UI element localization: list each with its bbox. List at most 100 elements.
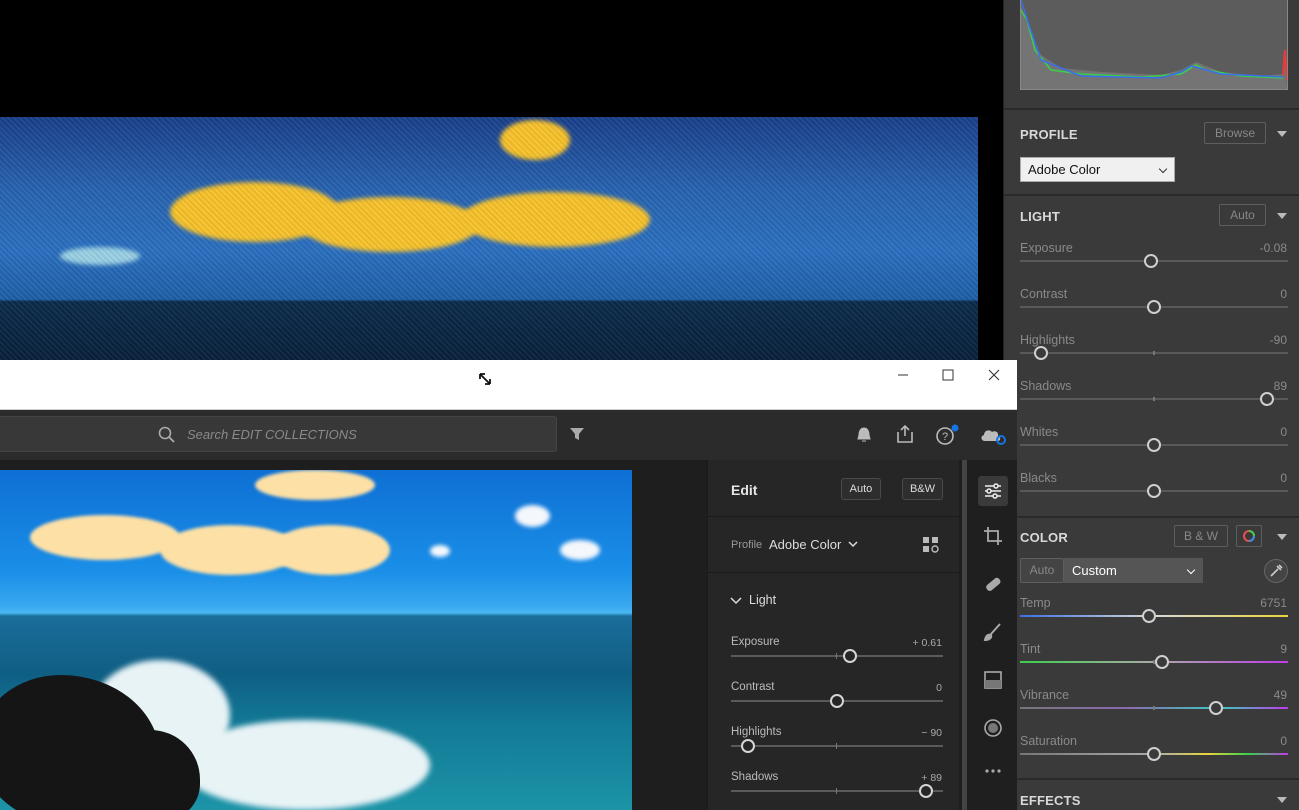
slider-thumb-blacks[interactable] [1147, 484, 1161, 498]
chevron-down-icon [1186, 565, 1196, 575]
browse-profiles-button[interactable]: Browse [1204, 122, 1266, 144]
slider-label-vibrance: Vibrance [1020, 688, 1070, 702]
slider-thumb-whites[interactable] [1147, 438, 1161, 452]
chevron-down-icon[interactable] [730, 596, 742, 606]
profile-select-value: Adobe Color [1028, 162, 1101, 177]
window-titlebar[interactable] [0, 360, 1017, 410]
cloud-sync-icon[interactable] [979, 424, 1007, 446]
slider-value-contrast[interactable]: 0 [1280, 287, 1287, 301]
light-auto-button[interactable]: Auto [1219, 204, 1266, 226]
brush-icon[interactable] [982, 621, 1004, 643]
slider-thumb-exposure[interactable] [1144, 254, 1159, 268]
slider-value-tint[interactable]: 9 [1280, 642, 1287, 656]
share-icon[interactable] [895, 424, 915, 444]
edit-slider-thumb-contrast[interactable] [830, 694, 844, 708]
treatment-select[interactable]: Custom [1064, 558, 1203, 583]
toolbar: Search EDIT COLLECTIONS ? [0, 410, 1017, 460]
edit-slider-thumb-exposure[interactable] [842, 649, 857, 663]
slider-value-whites[interactable]: 0 [1280, 425, 1287, 439]
edit-title: Edit [731, 482, 758, 498]
edit-panel: Edit Auto B&W Profile Adobe Color Light … [707, 460, 960, 810]
slider-track-temp[interactable] [1020, 609, 1288, 623]
close-icon[interactable] [982, 368, 1006, 388]
resize-cursor-icon [479, 373, 491, 385]
slider-track-whites[interactable] [1020, 438, 1288, 452]
slider-track-shadows[interactable] [1020, 392, 1288, 406]
search-icon [158, 426, 175, 443]
edit-slider-value-exposure[interactable]: + 0.61 [913, 637, 943, 649]
slider-thumb-contrast[interactable] [1147, 300, 1161, 314]
treatment-select-value: Custom [1072, 563, 1117, 578]
slider-value-saturation[interactable]: 0 [1280, 734, 1287, 748]
slider-track-tint[interactable] [1020, 655, 1288, 669]
crop-icon[interactable] [982, 525, 1004, 547]
slider-track-blacks[interactable] [1020, 484, 1288, 498]
slider-track-vibrance[interactable] [1020, 701, 1288, 715]
collapse-color-icon[interactable] [1277, 534, 1287, 540]
profile-select[interactable]: Adobe Color [1020, 157, 1175, 182]
edit-slider-track-shadows[interactable] [731, 784, 943, 798]
slider-label-exposure: Exposure [1020, 241, 1073, 255]
collapse-light-icon[interactable] [1277, 213, 1287, 219]
radial-icon[interactable] [982, 717, 1004, 739]
histogram [1020, 0, 1288, 90]
edit-slider-track-contrast[interactable] [731, 694, 943, 708]
slider-value-temp[interactable]: 6751 [1260, 596, 1287, 610]
edit-auto-button[interactable]: Auto [841, 478, 881, 500]
slider-thumb-shadows[interactable] [1259, 392, 1274, 406]
edit-slider-label-contrast: Contrast [731, 681, 775, 693]
profile-browser-icon[interactable] [921, 535, 941, 555]
lightroom-window: Search EDIT COLLECTIONS ? Edit Auto B&W … [0, 360, 1017, 810]
bell-icon[interactable] [855, 426, 873, 444]
scrollbar[interactable] [962, 460, 967, 810]
profile-dropdown[interactable]: Adobe Color [769, 537, 841, 552]
slider-track-highlights[interactable] [1020, 346, 1288, 360]
edit-slider-value-highlights[interactable]: − 90 [921, 727, 942, 739]
edit-bw-button[interactable]: B&W [902, 478, 943, 500]
classic-develop-panel: PROFILE Browse Adobe Color LIGHT Auto Ex… [1003, 0, 1299, 810]
edit-slider-value-contrast[interactable]: 0 [936, 682, 942, 694]
sliders-icon[interactable] [978, 476, 1008, 506]
slider-label-whites: Whites [1020, 425, 1059, 439]
slider-thumb-saturation[interactable] [1147, 747, 1161, 761]
gradient-icon[interactable] [982, 669, 1004, 691]
edit-slider-thumb-highlights[interactable] [740, 739, 755, 753]
edit-slider-track-exposure[interactable] [731, 649, 943, 663]
edit-slider-track-highlights[interactable] [731, 739, 943, 753]
slider-label-blacks: Blacks [1020, 471, 1057, 485]
collapse-profile-icon[interactable] [1277, 131, 1287, 137]
slider-track-saturation[interactable] [1020, 747, 1288, 761]
bw-button[interactable]: B & W [1174, 525, 1228, 547]
slider-value-blacks[interactable]: 0 [1280, 471, 1287, 485]
edit-slider-label-shadows: Shadows [731, 771, 779, 783]
svg-text:?: ? [942, 431, 948, 443]
slider-value-vibrance[interactable]: 49 [1274, 688, 1287, 702]
maximize-icon[interactable] [936, 368, 960, 388]
slider-thumb-highlights[interactable] [1034, 346, 1049, 360]
help-icon[interactable]: ? [935, 424, 959, 446]
chevron-down-icon[interactable] [848, 540, 858, 548]
slider-value-exposure[interactable]: -0.08 [1260, 241, 1287, 255]
light-section-title: LIGHT [1020, 209, 1060, 224]
edit-slider-thumb-shadows[interactable] [919, 784, 934, 798]
slider-track-contrast[interactable] [1020, 300, 1288, 314]
healing-icon[interactable] [982, 573, 1004, 595]
slider-thumb-temp[interactable] [1141, 609, 1156, 623]
color-section-title: COLOR [1020, 530, 1068, 545]
collapse-effects-icon[interactable] [1277, 797, 1287, 803]
light-section-toggle[interactable]: Light [749, 593, 776, 607]
eyedropper-icon[interactable] [1264, 559, 1288, 583]
slider-value-shadows[interactable]: 89 [1274, 379, 1287, 393]
color-auto-button[interactable]: Auto [1020, 558, 1064, 583]
slider-value-highlights[interactable]: -90 [1270, 333, 1287, 347]
edit-slider-value-shadows[interactable]: + 89 [921, 772, 942, 784]
slider-thumb-tint[interactable] [1155, 655, 1170, 669]
slider-thumb-vibrance[interactable] [1208, 701, 1223, 715]
minimize-icon[interactable] [891, 368, 915, 388]
slider-track-exposure[interactable] [1020, 254, 1288, 268]
color-wheel-icon[interactable] [1236, 525, 1262, 547]
slider-label-tint: Tint [1020, 642, 1041, 656]
search-input[interactable]: Search EDIT COLLECTIONS [0, 416, 557, 452]
more-icon[interactable] [982, 760, 1004, 782]
filter-icon[interactable] [569, 426, 585, 442]
